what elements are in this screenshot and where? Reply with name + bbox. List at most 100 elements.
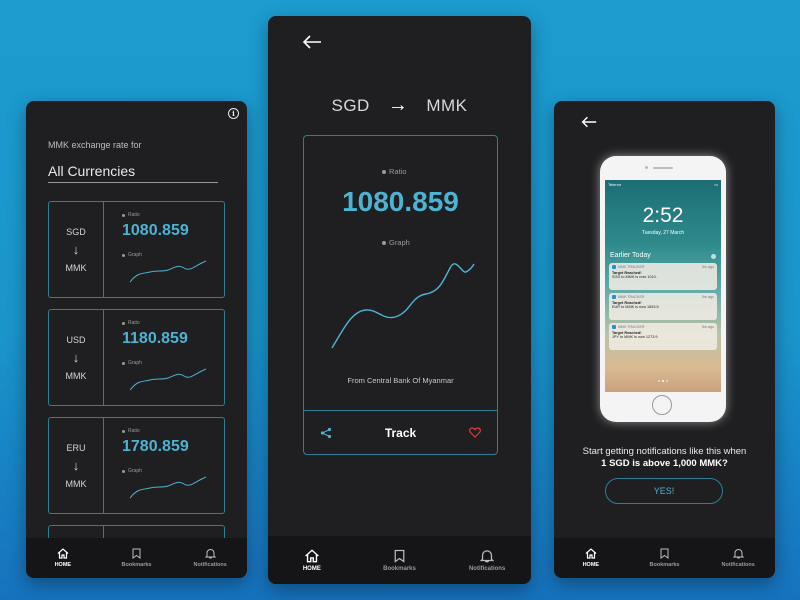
bookmark-icon: [394, 549, 405, 563]
currency-card-sgd[interactable]: SGD ↓ MMK Ratio 1080.859 Graph: [48, 201, 225, 298]
notif-app-name: MMK TRACKER: [618, 265, 645, 269]
notif-body: JPY to MMK is now 1273.9: [612, 335, 658, 339]
notification-card: MMK TRACKER 5m ago Target Reached! SGD t…: [609, 263, 717, 290]
ratio-label: Ratio: [122, 320, 140, 326]
data-source: From Central Bank Of Myanmar: [347, 376, 454, 385]
clear-icon: [711, 254, 716, 259]
nav-bookmarks-label: Bookmarks: [121, 562, 152, 568]
currency-card-eru[interactable]: ERU ↓ MMK Ratio 1780.859 Graph: [48, 417, 225, 514]
app-icon: [612, 265, 616, 269]
notification-promo-screen: Telenor ▭ 2:52 Tuesday, 27 March Earlier…: [554, 101, 775, 578]
promo-line-2: 1 SGD is above 1,000 MMK?: [601, 458, 728, 469]
rate-value: 1180.859: [122, 330, 188, 347]
rate-value: 1780.859: [122, 438, 189, 455]
to-currency: MMK: [65, 262, 87, 273]
status-bar: Telenor ▭: [608, 182, 718, 187]
graph-label: Graph: [122, 468, 142, 474]
bell-icon: [204, 548, 216, 559]
currency-pair-header: SGD → MMK: [268, 94, 531, 117]
from-currency: SGD: [66, 226, 86, 237]
action-bar: Track: [304, 410, 497, 454]
nav-notifications[interactable]: Notifications: [457, 549, 517, 572]
battery-icon: ▭: [714, 182, 718, 187]
bottom-nav: HOME Bookmarks Notifications: [554, 538, 775, 578]
currency-list-screen: i MMK exchange rate for All Currencies S…: [26, 101, 247, 578]
notif-time: 5m ago: [702, 295, 714, 299]
mini-graph: [129, 368, 207, 391]
nav-home[interactable]: HOME: [33, 548, 93, 568]
nav-notifications[interactable]: Notifications: [708, 548, 768, 568]
phone-mockup: Telenor ▭ 2:52 Tuesday, 27 March Earlier…: [600, 156, 726, 422]
mini-graph: [129, 260, 207, 283]
bell-icon: [732, 548, 744, 559]
nav-bookmarks[interactable]: Bookmarks: [634, 548, 694, 568]
ratio-label: Ratio: [382, 167, 407, 176]
notif-time: 5m ago: [702, 265, 714, 269]
nav-notifications-label: Notifications: [193, 562, 227, 568]
camera-icon: [645, 166, 648, 169]
notif-body: EUR to MMK is now 1653.5: [612, 305, 659, 309]
app-icon: [612, 325, 616, 329]
lock-screen: Telenor ▭ 2:52 Tuesday, 27 March Earlier…: [605, 180, 721, 392]
home-icon: [304, 548, 320, 563]
graph-label: Graph: [382, 238, 410, 247]
to-currency: MMK: [65, 478, 87, 489]
nav-home-label: HOME: [582, 562, 600, 568]
yes-button[interactable]: YES!: [605, 478, 723, 504]
lock-time: 2:52: [642, 204, 684, 227]
rate-value: 1080.859: [122, 222, 189, 239]
rate-detail-card: Ratio 1080.859 Graph From Central Bank O…: [303, 135, 498, 455]
heart-icon[interactable]: [469, 427, 481, 438]
down-arrow-icon: ↓: [72, 349, 80, 365]
app-icon: [612, 295, 616, 299]
back-arrow-icon[interactable]: [302, 35, 322, 49]
carrier-label: Telenor: [608, 182, 622, 187]
currency-pair: SGD ↓ MMK: [49, 202, 104, 297]
currency-dropdown[interactable]: All Currencies: [48, 161, 218, 183]
right-arrow-icon: →: [387, 94, 409, 116]
bottom-nav: HOME Bookmarks Notifications: [268, 536, 531, 584]
back-arrow-icon[interactable]: [581, 116, 597, 128]
promo-text: Start getting notifications like this wh…: [554, 446, 775, 470]
speaker-icon: [653, 167, 673, 169]
nav-notifications-label: Notifications: [468, 565, 506, 572]
info-icon[interactable]: i: [228, 108, 239, 119]
currency-pair: ERU ↓ MMK: [49, 418, 104, 513]
share-icon[interactable]: [320, 427, 332, 439]
notification-card: MMK TRACKER 5m ago Target Reached! EUR t…: [609, 293, 717, 320]
nav-notifications-label: Notifications: [721, 562, 755, 568]
notif-app-name: MMK TRACKER: [618, 325, 645, 329]
home-icon: [57, 548, 69, 559]
nav-notifications[interactable]: Notifications: [180, 548, 240, 568]
nav-bookmarks-label: Bookmarks: [649, 562, 680, 568]
down-arrow-icon: ↓: [72, 241, 80, 257]
ratio-label: Ratio: [122, 212, 140, 218]
promo-line-1: Start getting notifications like this wh…: [582, 446, 747, 457]
page-indicator: [605, 380, 721, 382]
mini-graph: [129, 476, 207, 499]
rate-detail-screen: SGD → MMK Ratio 1080.859 Graph From Cent…: [268, 16, 531, 584]
bookmark-icon: [132, 548, 141, 559]
rate-graph: [331, 263, 475, 349]
currency-card-usd[interactable]: USD ↓ MMK Ratio 1180.859 Graph: [48, 309, 225, 406]
graph-label: Graph: [122, 360, 142, 366]
down-arrow-icon: ↓: [72, 457, 80, 473]
notification-section-title: Earlier Today: [610, 252, 651, 259]
home-icon: [585, 548, 597, 559]
nav-home[interactable]: HOME: [561, 548, 621, 568]
nav-bookmarks[interactable]: Bookmarks: [369, 549, 429, 572]
nav-bookmarks[interactable]: Bookmarks: [106, 548, 166, 568]
lock-date: Tuesday, 27 March: [641, 230, 685, 236]
bottom-nav: HOME Bookmarks Notifications: [26, 538, 247, 578]
ratio-label: Ratio: [122, 428, 140, 434]
to-currency: MMK: [65, 370, 87, 381]
bell-icon: [480, 549, 495, 563]
notif-time: 5m ago: [702, 325, 714, 329]
nav-bookmarks-label: Bookmarks: [383, 565, 416, 572]
nav-home[interactable]: HOME: [282, 548, 342, 572]
rate-value: 1080.859: [342, 186, 459, 217]
home-button-icon: [652, 395, 672, 415]
nav-home-label: HOME: [302, 565, 321, 572]
track-button[interactable]: Track: [385, 426, 416, 440]
notification-card: MMK TRACKER 5m ago Target Reached! JPY t…: [609, 323, 717, 350]
